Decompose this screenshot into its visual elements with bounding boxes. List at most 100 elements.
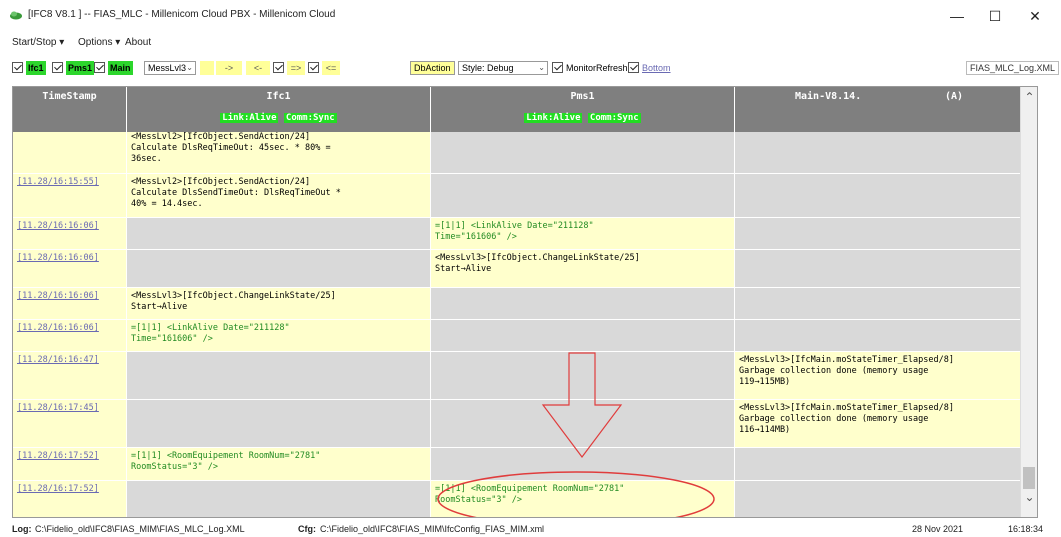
chevron-down-icon: ⌄ (538, 63, 545, 72)
log-path: C:\Fidelio_old\IFC8\FIAS_MIM\FIAS_MLC_Lo… (35, 524, 245, 534)
menu-bar: Start/Stop ▾ Options ▾ About (0, 34, 1061, 52)
table-row[interactable]: [11.28/16:16:47] <MessLvl3>[IfcMain.moSt… (13, 352, 1037, 400)
timestamp-link[interactable]: [11.28/16:16:06] (17, 291, 99, 301)
ifc1-toggle-label[interactable]: Ifc1 (26, 61, 46, 75)
table-row[interactable]: [11.28/16:17:52] =[1|1] <RoomEquipement … (13, 448, 1037, 481)
main-toggle-label[interactable]: Main (108, 61, 133, 75)
header-pms1[interactable]: Pms1 Link:Alive Comm:Sync (431, 87, 735, 132)
status-date: 28 Nov 2021 (912, 524, 964, 534)
pms1-checkbox[interactable] (52, 62, 63, 73)
pms1-cell (431, 400, 735, 448)
dir-out-label: => (287, 61, 305, 75)
pms1-comm-status: Comm:Sync (587, 113, 641, 123)
timestamp-cell[interactable]: [11.28/16:16:06] (13, 288, 127, 320)
menu-start-stop[interactable]: Start/Stop ▾ (12, 37, 64, 48)
ifc1-cell: =[1|1] <LinkAlive Date="211128" Time="16… (127, 320, 431, 352)
header-main-label: Main-V8.14. (795, 91, 862, 102)
header-main-suffix: (A) (945, 91, 964, 102)
header-pms1-label: Pms1 (570, 91, 595, 102)
table-row[interactable]: [11.28/16:15:55] <MessLvl2>[IfcObject.Se… (13, 174, 1037, 218)
dir-in-label: <= (322, 61, 340, 75)
pms1-cell (431, 320, 735, 352)
cfg-label: Cfg: (298, 524, 316, 534)
timestamp-cell[interactable]: [11.28/16:15:55] (13, 174, 127, 218)
timestamp-cell[interactable]: [11.28/16:17:45] (13, 400, 127, 448)
ifc1-cell: <MessLvl2>[IfcObject.SendAction/24] Calc… (127, 174, 431, 218)
main-cell (735, 132, 1022, 174)
table-row[interactable]: <MessLvl2>[IfcObject.SendAction/24] Calc… (13, 132, 1037, 174)
dir-out-checkbox[interactable] (273, 62, 284, 73)
bottom-label[interactable]: Bottom (642, 61, 671, 75)
timestamp-link[interactable]: [11.28/16:16:06] (17, 323, 99, 333)
menu-options[interactable]: Options ▾ (78, 37, 120, 48)
bottom-checkbox[interactable] (628, 62, 639, 73)
table-row[interactable]: [11.28/16:16:06] =[1|1] <LinkAlive Date=… (13, 320, 1037, 352)
ifc1-cell (127, 250, 431, 288)
timestamp-link[interactable]: [11.28/16:16:06] (17, 253, 99, 263)
main-cell (735, 174, 1022, 218)
scroll-up-icon[interactable]: ⌃ (1021, 89, 1037, 106)
monitor-refresh-checkbox[interactable] (552, 62, 563, 73)
pms1-cell (431, 288, 735, 320)
ifc1-cell (127, 218, 431, 250)
ifc1-cell (127, 481, 431, 517)
timestamp-link[interactable]: [11.28/16:17:52] (17, 484, 99, 494)
timestamp-cell[interactable]: [11.28/16:16:47] (13, 352, 127, 400)
header-ifc1-label: Ifc1 (266, 91, 291, 102)
main-cell: <MessLvl3>[IfcMain.moStateTimer_Elapsed/… (735, 400, 1022, 448)
log-file-field[interactable]: FIAS_MLC_Log.XML (965, 61, 1059, 75)
scroll-thumb[interactable] (1023, 467, 1035, 489)
scroll-down-icon[interactable]: ⌄ (1021, 489, 1037, 506)
timestamp-cell[interactable] (13, 132, 127, 174)
cfg-path: C:\Fidelio_old\IFC8\FIAS_MIM\IfcConfig_F… (320, 524, 545, 534)
table-row[interactable]: [11.28/16:16:06] <MessLvl3>[IfcObject.Ch… (13, 288, 1037, 320)
header-timestamp[interactable]: TimeStamp (13, 87, 127, 132)
send-arrow-label: -> (216, 61, 242, 75)
ifc1-status: Link:Alive Comm:Sync (127, 113, 430, 123)
timestamp-cell[interactable]: [11.28/16:16:06] (13, 250, 127, 288)
vertical-scrollbar[interactable]: ⌃ ⌄ (1020, 87, 1037, 517)
timestamp-link[interactable]: [11.28/16:17:52] (17, 451, 99, 461)
table-row[interactable]: [11.28/16:16:06] =[1|1] <LinkAlive Date=… (13, 218, 1037, 250)
pms1-cell: <MessLvl3>[IfcObject.ChangeLinkState/25]… (431, 250, 735, 288)
ifc1-cell: <MessLvl2>[IfcObject.SendAction/24] Calc… (127, 132, 431, 174)
mess-level-select[interactable]: MessLvl3 ⌄ (144, 61, 196, 75)
timestamp-link[interactable]: [11.28/16:16:06] (17, 221, 99, 231)
status-time: 16:18:34 (1008, 524, 1044, 534)
pms1-link-status: Link:Alive (524, 113, 583, 123)
timestamp-link[interactable]: [11.28/16:16:47] (17, 355, 99, 365)
main-cell (735, 320, 1022, 352)
style-select[interactable]: Style: Debug ⌄ (458, 61, 548, 75)
db-action-button[interactable]: DbAction (410, 61, 455, 75)
pms1-cell: =[1|1] <RoomEquipement RoomNum="2781" Ro… (431, 481, 735, 517)
main-cell (735, 218, 1022, 250)
timestamp-link[interactable]: [11.28/16:15:55] (17, 177, 99, 187)
ifc1-cell: <MessLvl3>[IfcObject.ChangeLinkState/25]… (127, 288, 431, 320)
dir-in-checkbox[interactable] (308, 62, 319, 73)
timestamp-cell[interactable]: [11.28/16:17:52] (13, 481, 127, 517)
header-ifc1[interactable]: Ifc1 Link:Alive Comm:Sync (127, 87, 431, 132)
timestamp-cell[interactable]: [11.28/16:17:52] (13, 448, 127, 481)
maximize-button[interactable]: ☐ (975, 4, 1015, 28)
timestamp-cell[interactable]: [11.28/16:16:06] (13, 320, 127, 352)
monitor-refresh-label: MonitorRefresh (566, 63, 628, 73)
close-button[interactable]: ✕ (1015, 4, 1055, 28)
app-icon (10, 11, 22, 20)
table-row[interactable]: [11.28/16:16:06] <MessLvl3>[IfcObject.Ch… (13, 250, 1037, 288)
table-row[interactable]: [11.28/16:17:45] <MessLvl3>[IfcMain.moSt… (13, 400, 1037, 448)
timestamp-link[interactable]: [11.28/16:17:45] (17, 403, 99, 413)
main-checkbox[interactable] (94, 62, 105, 73)
pms1-cell (431, 174, 735, 218)
header-main[interactable]: Main-V8.14. (A) (735, 87, 1022, 132)
minimize-button[interactable]: — (937, 4, 977, 28)
ifc1-checkbox[interactable] (12, 62, 23, 73)
ifc1-comm-status: Comm:Sync (283, 113, 337, 123)
ifc1-cell: =[1|1] <RoomEquipement RoomNum="2781" Ro… (127, 448, 431, 481)
log-label: Log: (12, 524, 32, 534)
pms1-toggle-label[interactable]: Pms1 (66, 61, 95, 75)
menu-about[interactable]: About (125, 37, 151, 48)
timestamp-cell[interactable]: [11.28/16:16:06] (13, 218, 127, 250)
mess-level-value: MessLvl3 (148, 63, 187, 73)
table-row[interactable]: [11.28/16:17:52] =[1|1] <RoomEquipement … (13, 481, 1037, 517)
ifc1-link-status: Link:Alive (220, 113, 279, 123)
